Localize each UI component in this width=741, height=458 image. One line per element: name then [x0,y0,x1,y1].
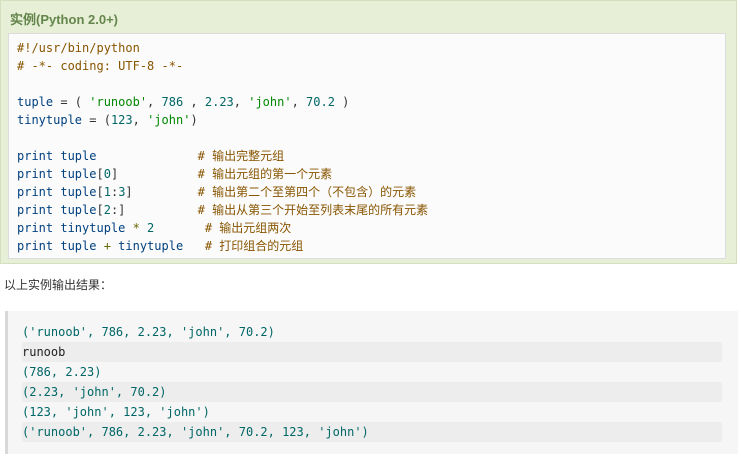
code-token: ) [334,95,350,109]
code-line: #!/usr/bin/python [17,39,140,57]
code-token: print tuple [17,185,97,199]
code-token: 786 [161,95,184,109]
code-token: = ( [53,95,90,109]
code-token: [ [96,185,104,199]
code-token: ] [125,185,198,199]
code-token: 'runoob' [89,95,148,109]
code-token: print tuple [17,167,97,181]
code-token: # 输出第二个至第四个（不包含）的元素 [197,185,417,199]
code-token: 'john' [147,113,191,127]
code-token: # 输出从第三个开始至列表末尾的所有元素 [197,203,429,217]
output-line: ('runoob', 786, 2.23, 'john', 70.2) [22,325,275,339]
code-token: print tinytuple [17,221,133,235]
code-token: = ( [82,113,111,127]
code-token: + [103,239,119,253]
code-line: tinytuple = (123, 'john') [17,111,198,129]
code-token: , [132,113,148,127]
code-token: print tuple [17,149,198,163]
code-token: * [132,221,148,235]
code-line: print tuple[1:3] # 输出第二个至第四个（不包含）的元素 [17,183,416,201]
code-token: # 打印组合的元组 [204,239,304,253]
code-token: ] [110,167,198,181]
code-token: ) [190,113,198,127]
code-line: tuple = ( 'runoob', 786 , 2.23, 'john', … [17,93,349,111]
example-panel: 实例(Python 2.0+) #!/usr/bin/python # -*- c… [0,0,737,264]
example-title: 实例(Python 2.0+) [10,12,118,27]
code-token: # 输出元组两次 [204,221,292,235]
output-line: (2.23, 'john', 70.2) [22,382,722,402]
code-token: , [291,95,307,109]
output-line: (786, 2.23) [22,365,102,379]
code-line: print tuple[2:] # 输出从第三个开始至列表末尾的所有元素 [17,201,428,219]
code-line: print tuple # 输出完整元组 [17,147,284,165]
code-token: 0 [103,167,111,181]
code-line: print tinytuple * 2 # 输出元组两次 [17,219,291,237]
code-token: [ [96,167,104,181]
code-token: 2 [103,203,111,217]
code-token: 2.23 [204,95,234,109]
output-block[interactable]: ('runoob', 786, 2.23, 'john', 70.2) runoo… [5,311,738,454]
code-token: tinytuple [17,113,83,127]
code-token: #!/usr/bin/python [17,41,140,55]
code-line: print tuple + tinytuple # 打印组合的元组 [17,237,303,255]
code-token: # 输出元组的第一个元素 [197,167,333,181]
output-line: ('runoob', 786, 2.23, 'john', 70.2, 123,… [22,422,722,442]
code-token: :] [110,203,198,217]
code-token: [ [96,203,104,217]
code-token: 'john' [248,95,292,109]
code-token: tuple [17,95,54,109]
code-line: print tuple[0] # 输出元组的第一个元素 [17,165,332,183]
code-token: 123 [110,113,133,127]
code-token: tinytuple [118,239,205,253]
output-line: (123, 'john', 123, 'john') [22,405,210,419]
code-token: # -*- coding: UTF-8 -*- [17,59,184,73]
code-token: 1 [103,185,111,199]
code-line: # -*- coding: UTF-8 -*- [17,57,183,75]
output-line: runoob [22,342,722,362]
code-token: print tuple [17,239,104,253]
code-token: , [147,95,162,109]
code-block[interactable]: #!/usr/bin/python # -*- coding: UTF-8 -*-… [8,33,726,259]
output-intro-text: 以上实例输出结果： [4,278,113,292]
code-token: 70.2 [306,95,335,109]
code-token: # 输出完整元组 [197,149,285,163]
code-token: , [183,95,205,109]
code-token: print tuple [17,203,97,217]
code-token: , [233,95,249,109]
